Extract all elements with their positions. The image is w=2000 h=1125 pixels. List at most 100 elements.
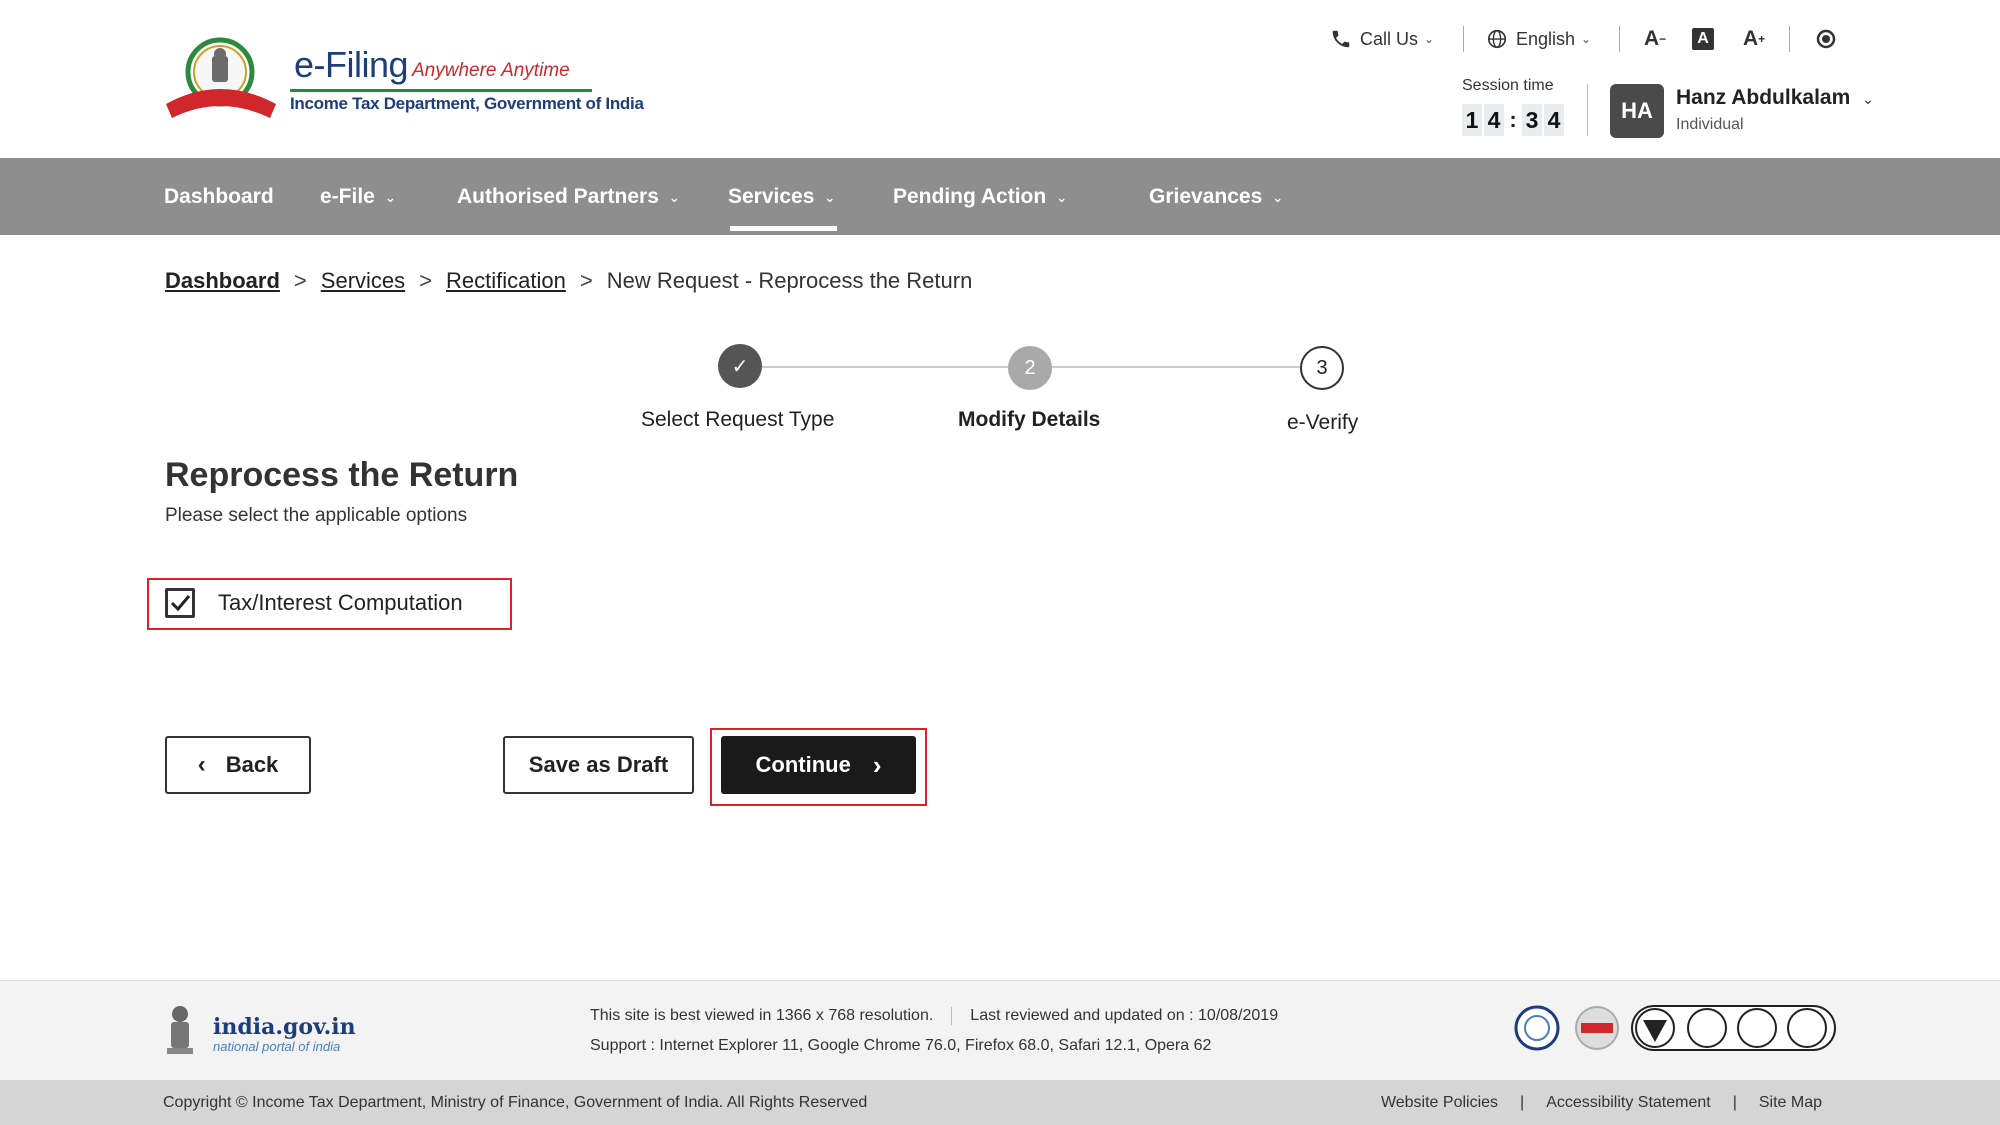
support-info: Support : Internet Explorer 11, Google C…: [590, 1037, 1211, 1055]
util-separator: [1789, 24, 1790, 54]
breadcrumb-link-rectification[interactable]: Rectification: [446, 268, 566, 294]
nav-item-dashboard[interactable]: Dashboard: [164, 158, 274, 235]
footer-separator: [951, 1007, 953, 1025]
step-1-complete: ✓: [718, 344, 762, 388]
font-increase-button[interactable]: A +: [1743, 24, 1765, 54]
nav-item-authorised-partners[interactable]: Authorised Partners ⌄: [457, 158, 680, 235]
tax-interest-label[interactable]: Tax/Interest Computation: [218, 590, 463, 616]
chevron-down-icon: ⌄: [668, 189, 680, 205]
brand-underline: [290, 89, 592, 92]
page-subtitle: Please select the applicable options: [165, 505, 468, 526]
active-nav-indicator: [730, 226, 837, 231]
nav-item-efile[interactable]: e-File ⌄: [320, 158, 396, 235]
chevron-down-icon: ⌄: [1862, 91, 1874, 107]
session-time-label: Session time: [1462, 77, 1554, 94]
tax-interest-checkbox[interactable]: [165, 588, 195, 618]
accessibility-statement-link[interactable]: Accessibility Statement: [1546, 1094, 1711, 1112]
breadcrumb: Dashboard > Services > Rectification > N…: [165, 268, 972, 294]
site-map-link[interactable]: Site Map: [1759, 1094, 1822, 1112]
user-name: Hanz Abdulkalam: [1676, 86, 1851, 109]
copyright-text: Copyright © Income Tax Department, Minis…: [163, 1094, 868, 1111]
page-title: Reprocess the Return: [165, 456, 519, 494]
step-label: Select Request Type: [641, 408, 835, 431]
chevron-down-icon: ⌄: [1581, 32, 1592, 46]
save-draft-button[interactable]: Save as Draft: [503, 736, 694, 794]
nav-label: Dashboard: [164, 185, 274, 208]
step-label: e-Verify: [1287, 411, 1359, 434]
breadcrumb-current: New Request - Reprocess the Return: [606, 268, 973, 293]
avatar[interactable]: HA: [1610, 84, 1664, 138]
back-label: Back: [225, 752, 279, 777]
resolution-note: This site is best viewed in 1366 x 768 r…: [590, 1007, 934, 1024]
main-navbar: Dashboard e-File ⌄ Authorised Partners ⌄ S…: [0, 158, 2000, 235]
nav-label: Services: [728, 185, 815, 208]
certification-seal-icon: [1514, 1005, 1560, 1051]
theme-toggle-button[interactable]: [1814, 24, 1838, 54]
session-digit: 4: [1544, 104, 1564, 136]
brand-subtitle: Income Tax Department, Government of Ind…: [290, 94, 644, 113]
nav-label: Pending Action: [893, 185, 1047, 208]
continue-label: Continue: [755, 752, 851, 777]
brand-title: e-Filing: [294, 44, 409, 85]
india-gov-link[interactable]: india.gov.in: [213, 1014, 356, 1040]
nav-label: Grievances: [1149, 185, 1263, 208]
session-digit: 1: [1462, 104, 1482, 136]
footer-info: This site is best viewed in 1366 x 768 r…: [590, 1007, 1278, 1025]
footer-link-separator: |: [1520, 1094, 1525, 1111]
breadcrumb-link-dashboard[interactable]: Dashboard: [165, 268, 280, 294]
last-reviewed: Last reviewed and updated on : 10/08/201…: [970, 1007, 1279, 1024]
step-number: 2: [1024, 356, 1036, 379]
back-button[interactable]: ‹ Back: [165, 736, 311, 794]
header: e-Filing Anywhere Anytime Income Tax Dep…: [0, 0, 2000, 158]
nav-label: Authorised Partners: [457, 185, 659, 208]
phone-icon: [1332, 30, 1350, 48]
nav-item-grievances[interactable]: Grievances ⌄: [1149, 158, 1283, 235]
checkmark-icon: [170, 595, 191, 612]
iso-certification-icon: [1631, 1005, 1836, 1051]
chevron-down-icon: ⌄: [1272, 189, 1284, 205]
continue-button[interactable]: Continue ›: [721, 736, 916, 794]
breadcrumb-link-services[interactable]: Services: [321, 268, 405, 294]
support-browsers: Internet Explorer 11, Google Chrome 76.0…: [659, 1037, 1212, 1054]
check-icon: ✓: [731, 355, 749, 378]
util-separator: [1619, 24, 1620, 54]
entrust-seal-icon: [1575, 1006, 1619, 1050]
breadcrumb-separator: >: [579, 268, 593, 293]
font-decrease-button[interactable]: A −: [1644, 24, 1666, 54]
stepper-connector: [762, 366, 1008, 368]
font-decrease-label: A: [1644, 27, 1660, 50]
step-label: Modify Details: [958, 408, 1101, 431]
chevron-down-icon: ⌄: [824, 189, 836, 205]
breadcrumb-separator: >: [419, 268, 432, 293]
step-2-active: 2: [1008, 346, 1052, 390]
india-gov-subtitle: national portal of india: [213, 1039, 341, 1054]
util-separator: [1463, 24, 1464, 54]
font-increase-label: A: [1743, 27, 1759, 50]
chevron-down-icon: ⌄: [384, 189, 396, 205]
nav-label: e-File: [320, 185, 375, 208]
breadcrumb-separator: >: [293, 268, 307, 293]
font-normal-button[interactable]: A: [1692, 24, 1714, 54]
user-name-menu[interactable]: Hanz Abdulkalam ⌄: [1676, 86, 1874, 110]
session-timer: 1 4 : 3 4: [1462, 104, 1564, 136]
header-separator: [1587, 84, 1588, 136]
user-role: Individual: [1676, 116, 1744, 133]
session-digit: 4: [1484, 104, 1504, 136]
income-tax-emblem-logo[interactable]: [160, 34, 282, 124]
footer-link-separator: |: [1732, 1094, 1737, 1111]
national-emblem-icon: [167, 1006, 193, 1054]
footer-links: Website Policies | Accessibility Stateme…: [1381, 1094, 1822, 1112]
font-normal-label: A: [1692, 28, 1714, 50]
language-label: English: [1516, 28, 1576, 49]
nav-item-pending-action[interactable]: Pending Action ⌄: [893, 158, 1067, 235]
stepper-connector: [1052, 366, 1300, 368]
website-policies-link[interactable]: Website Policies: [1381, 1094, 1498, 1112]
nav-item-services[interactable]: Services ⌄: [728, 158, 835, 235]
save-draft-label: Save as Draft: [528, 752, 669, 777]
step-3-pending: 3: [1300, 346, 1344, 390]
brand-tagline: Anywhere Anytime: [412, 60, 570, 81]
call-us-menu[interactable]: Call Us ⌄: [1330, 24, 1434, 54]
contrast-icon: [1816, 29, 1836, 49]
language-menu[interactable]: English ⌄: [1486, 24, 1591, 54]
step-number: 3: [1316, 356, 1328, 379]
